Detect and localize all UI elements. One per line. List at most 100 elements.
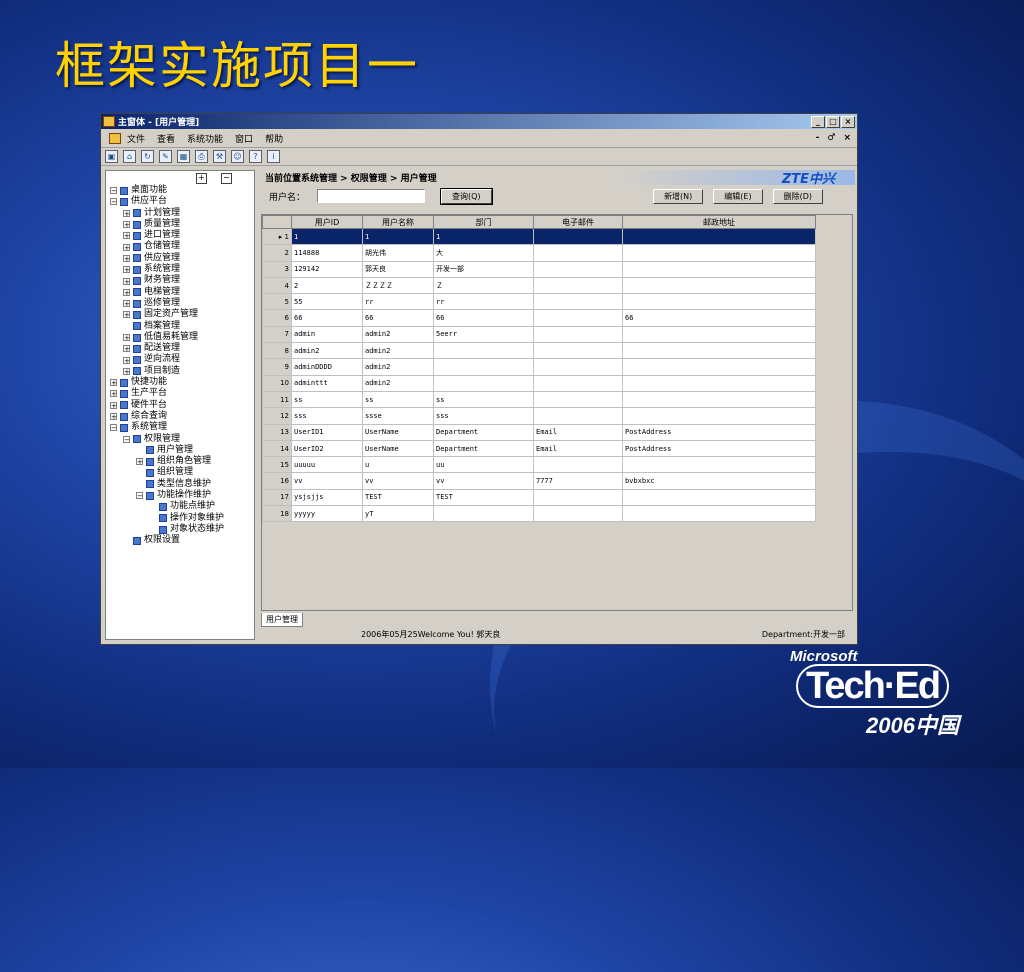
table-cell[interactable]: vv <box>433 472 534 490</box>
row-number[interactable]: 10 <box>262 374 292 392</box>
table-cell[interactable]: PostAddress <box>622 423 816 441</box>
row-number[interactable]: 12 <box>262 407 292 425</box>
table-cell[interactable]: PostAddress <box>622 439 816 458</box>
expand-icon[interactable]: + <box>123 277 130 285</box>
expand-icon[interactable]: + <box>123 288 130 296</box>
table-cell[interactable]: 114888 <box>291 244 363 262</box>
table-cell[interactable] <box>622 244 816 262</box>
edit-icon[interactable]: ✎ <box>159 150 172 163</box>
row-number[interactable]: 6 <box>262 309 292 327</box>
expand-icon[interactable]: + <box>123 221 130 229</box>
table-cell[interactable]: 5eerr <box>433 325 534 344</box>
menu-window[interactable]: 窗口 <box>235 132 253 145</box>
table-cell[interactable]: admin2 <box>362 374 434 392</box>
table-row[interactable]: 14 UserID2 UserName Department Email PostAddr… <box>262 439 816 458</box>
table-cell[interactable]: 55 <box>291 293 363 311</box>
table-cell[interactable] <box>533 374 623 392</box>
table-cell[interactable]: 开发一部 <box>433 260 534 278</box>
table-cell[interactable] <box>533 390 623 409</box>
table-cell[interactable]: vv <box>291 472 363 490</box>
table-cell[interactable]: 郭天良 <box>362 260 434 278</box>
info-icon[interactable]: i <box>267 150 280 163</box>
collapse-icon[interactable]: − <box>123 435 130 443</box>
table-cell[interactable] <box>622 505 816 523</box>
tree-item[interactable]: + 逆向流程 <box>106 354 254 365</box>
table-cell[interactable]: UserID2 <box>291 439 363 458</box>
table-cell[interactable]: u <box>362 456 434 474</box>
table-cell[interactable]: 1 <box>433 227 534 246</box>
query-button[interactable]: 查询(Q) <box>440 187 493 205</box>
expand-icon[interactable]: + <box>123 300 130 308</box>
collapse-icon[interactable]: − <box>110 424 117 432</box>
table-cell[interactable] <box>622 390 816 409</box>
table-cell[interactable]: 66 <box>622 309 816 327</box>
row-number[interactable]: 14 <box>262 439 292 458</box>
expand-icon[interactable]: + <box>110 413 117 421</box>
tree-item[interactable]: 用户管理 <box>106 445 254 456</box>
table-cell[interactable]: Email <box>533 423 623 441</box>
tree-item[interactable]: + 财务管理 <box>106 275 254 286</box>
table-cell[interactable] <box>533 456 623 474</box>
tab-user-management[interactable]: 用户管理 <box>261 613 303 627</box>
tree-item[interactable]: 档案管理 <box>106 321 254 332</box>
table-cell[interactable] <box>622 407 816 425</box>
table-row[interactable]: ▸ 1111 <box>262 227 816 246</box>
tree-item[interactable]: + 综合查询 <box>106 411 254 422</box>
table-row[interactable]: 13 UserID1 UserName Department Email PostAddr… <box>262 423 816 441</box>
tree-item[interactable]: + 硬件平台 <box>106 400 254 411</box>
tree-item[interactable]: + 低值易耗管理 <box>106 332 254 343</box>
table-cell[interactable] <box>622 456 816 474</box>
refresh-icon[interactable]: ↻ <box>141 150 154 163</box>
tree-item[interactable]: + 计划管理 <box>106 208 254 219</box>
expand-icon[interactable]: + <box>123 232 130 240</box>
tree-item[interactable]: + 供应管理 <box>106 253 254 264</box>
tree-item[interactable]: 组织管理 <box>106 467 254 478</box>
table-row[interactable]: 4 2 ＺＺＺＺ Ｚ <box>262 276 816 295</box>
table-cell[interactable]: bvbxbxc <box>622 472 816 490</box>
tree-item[interactable]: + 组织角色管理 <box>106 456 254 467</box>
window-icon[interactable]: ▣ <box>105 150 118 163</box>
table-cell[interactable]: UserName <box>362 423 434 441</box>
mdi-minimize-button[interactable]: - <box>816 133 820 143</box>
row-number[interactable]: 4 <box>262 276 292 295</box>
table-cell[interactable]: TEST <box>362 488 434 507</box>
table-cell[interactable]: 1 <box>291 227 363 246</box>
table-cell[interactable] <box>533 293 623 311</box>
table-cell[interactable]: Department <box>433 439 534 458</box>
minimize-button[interactable]: _ <box>811 115 825 128</box>
tree-item[interactable]: − 功能操作维护 <box>106 490 254 501</box>
expand-icon[interactable]: + <box>123 367 130 375</box>
table-cell[interactable]: ysjsjjs <box>291 488 363 507</box>
tree-item[interactable]: + 固定资产管理 <box>106 309 254 320</box>
close-button[interactable]: × <box>841 115 855 128</box>
table-cell[interactable]: adminDDDD <box>291 358 363 376</box>
table-cell[interactable]: Email <box>533 439 623 458</box>
table-row[interactable]: 5 55 rr rr <box>262 293 816 311</box>
col-header-email[interactable]: 电子邮件 <box>533 215 623 229</box>
row-number[interactable]: 7 <box>262 325 292 344</box>
tree-item[interactable]: + 进口管理 <box>106 230 254 241</box>
tree-item[interactable]: 权限设置 <box>106 535 254 546</box>
table-cell[interactable]: admin2 <box>362 325 434 344</box>
menu-help[interactable]: 帮助 <box>265 132 283 145</box>
row-number[interactable]: 15 <box>262 456 292 474</box>
expand-icon[interactable]: + <box>123 345 130 353</box>
table-cell[interactable]: rr <box>362 293 434 311</box>
row-number[interactable]: 2 <box>262 244 292 262</box>
table-cell[interactable] <box>622 374 816 392</box>
expand-icon[interactable]: + <box>123 254 130 262</box>
image-icon[interactable]: ▦ <box>177 150 190 163</box>
table-cell[interactable]: ss <box>433 390 534 409</box>
collapse-all-button[interactable]: − <box>221 173 232 184</box>
table-cell[interactable]: 7777 <box>533 472 623 490</box>
table-cell[interactable]: admin2 <box>291 342 363 360</box>
table-cell[interactable]: UserID1 <box>291 423 363 441</box>
table-cell[interactable]: uu <box>433 456 534 474</box>
table-cell[interactable] <box>533 488 623 507</box>
col-header-user-id[interactable]: 用户ID <box>291 215 363 229</box>
expand-icon[interactable]: + <box>123 334 130 342</box>
tree-item[interactable]: 类型信息维护 <box>106 479 254 490</box>
table-cell[interactable]: sss <box>291 407 363 425</box>
tree-item[interactable]: 操作对象维护 <box>106 513 254 524</box>
expand-icon[interactable]: + <box>110 390 117 398</box>
